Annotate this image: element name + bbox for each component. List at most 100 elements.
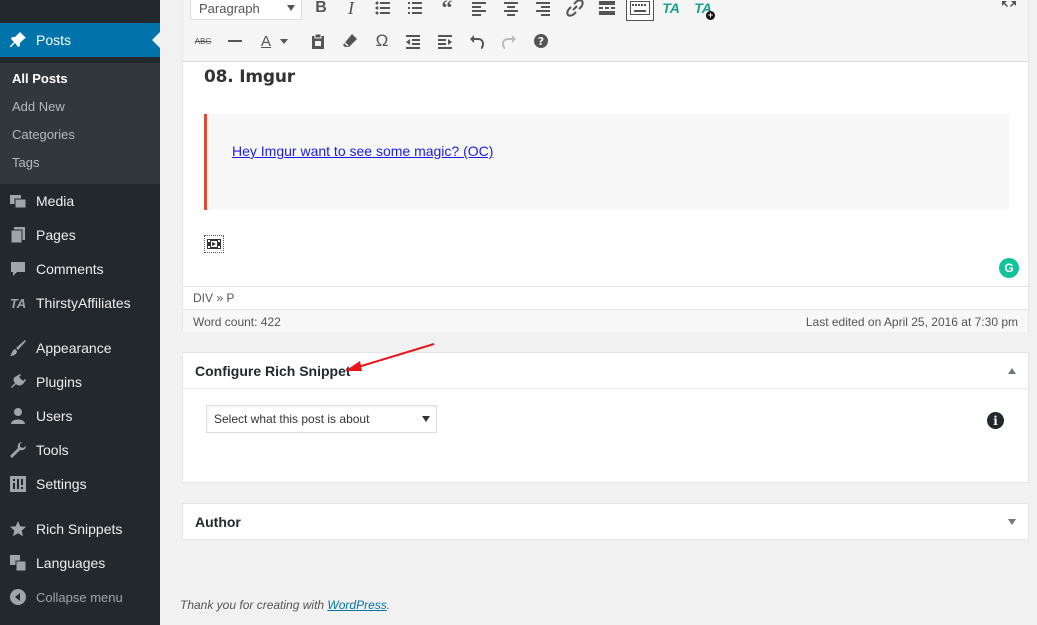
author-header[interactable]: Author: [183, 504, 1028, 540]
horizontal-line-button[interactable]: [223, 29, 247, 53]
sidebar-item-label: Posts: [36, 32, 72, 48]
sidebar-item-label: Settings: [36, 476, 87, 492]
bullet-list-icon: [375, 1, 390, 15]
pages-icon: [8, 225, 28, 245]
text-color-dropdown[interactable]: [278, 29, 290, 53]
clipboard-icon: [312, 33, 324, 49]
thirstyaffiliates-link-button[interactable]: TA: [659, 0, 683, 20]
distraction-free-button[interactable]: [997, 0, 1021, 20]
settings-sliders-icon: [8, 474, 28, 494]
sidebar-item-thirstyaffiliates[interactable]: TA ThirstyAffiliates: [0, 286, 160, 320]
keyboard-shortcuts-button[interactable]: ?: [529, 29, 553, 53]
annotation-arrow: [345, 343, 435, 371]
special-character-button[interactable]: Ω: [370, 29, 394, 53]
editor-content[interactable]: 08. Imgur Hey Imgur want to see some mag…: [183, 62, 1028, 286]
numbered-list-icon: [408, 2, 422, 14]
translate-icon: [8, 553, 28, 573]
sidebar-item-tools[interactable]: Tools: [0, 433, 160, 467]
wordpress-link[interactable]: WordPress: [327, 598, 386, 612]
element-path: DIV » P: [183, 286, 1028, 309]
plus-badge-icon: +: [706, 10, 715, 20]
bullet-list-button[interactable]: [371, 0, 395, 20]
insert-link-button[interactable]: [563, 0, 587, 20]
sidebar-item-media[interactable]: Media: [0, 184, 160, 218]
align-right-button[interactable]: [531, 0, 555, 20]
sidebar-item-label: Users: [36, 408, 73, 424]
blockquote-button[interactable]: “: [435, 0, 459, 20]
post-editor: Paragraph B I “ TA TA + ABC A Ω ? 08. Im…: [182, 0, 1029, 332]
rich-snippet-metabox: Configure Rich Snippet Select what this …: [182, 352, 1029, 483]
undo-icon: [470, 35, 485, 49]
snippet-type-select[interactable]: Select what this post is about: [206, 405, 437, 433]
submenu-tags[interactable]: Tags: [12, 155, 39, 170]
collapse-menu-button[interactable]: Collapse menu: [0, 580, 160, 614]
chevron-down-icon: [422, 416, 430, 422]
submenu-add-new[interactable]: Add New: [12, 99, 65, 114]
text-color-icon: A: [260, 32, 271, 50]
admin-sidebar: Posts All Posts Add New Categories Tags …: [0, 0, 160, 625]
collapse-up-icon[interactable]: [1008, 368, 1016, 374]
author-title: Author: [195, 514, 241, 530]
read-more-button[interactable]: [595, 0, 619, 20]
strikethrough-button[interactable]: ABC: [191, 29, 215, 53]
sidebar-item-label: Collapse menu: [36, 589, 123, 605]
sidebar-item-posts[interactable]: Posts: [0, 23, 160, 57]
grammarly-button[interactable]: G: [999, 258, 1019, 278]
wrench-icon: [8, 440, 28, 460]
numbered-list-button[interactable]: [403, 0, 427, 20]
comment-icon: [8, 259, 28, 279]
sidebar-item-label: Tools: [36, 442, 69, 458]
sidebar-item-users[interactable]: Users: [0, 399, 160, 433]
posts-submenu: All Posts Add New Categories Tags: [0, 63, 160, 184]
outdent-button[interactable]: [401, 29, 425, 53]
format-select-value: Paragraph: [199, 0, 260, 16]
horizontal-line-icon: [228, 40, 242, 42]
user-icon: [8, 406, 28, 426]
pin-icon: [8, 30, 28, 50]
align-right-icon: [536, 2, 550, 16]
submenu-categories[interactable]: Categories: [12, 127, 75, 142]
bold-icon: B: [315, 0, 327, 16]
sidebar-item-pages[interactable]: Pages: [0, 218, 160, 252]
snippet-type-value: Select what this post is about: [214, 412, 370, 426]
link-icon: [566, 0, 584, 17]
info-icon[interactable]: i: [987, 412, 1004, 429]
outdent-icon: [406, 35, 420, 49]
editor-toolbar: Paragraph B I “ TA TA + ABC A Ω ?: [183, 0, 1028, 62]
star-icon: [8, 519, 28, 539]
text-color-button[interactable]: A: [254, 29, 278, 53]
sidebar-item-comments[interactable]: Comments: [0, 252, 160, 286]
sidebar-item-settings[interactable]: Settings: [0, 467, 160, 501]
clear-formatting-button[interactable]: [338, 29, 362, 53]
paste-text-button[interactable]: [306, 29, 330, 53]
undo-button[interactable]: [465, 29, 489, 53]
sidebar-item-label: ThirstyAffiliates: [36, 295, 131, 311]
post-heading: 08. Imgur: [204, 67, 295, 87]
sidebar-item-rich-snippets[interactable]: Rich Snippets: [0, 512, 160, 546]
redo-button[interactable]: [497, 29, 521, 53]
redo-icon: [501, 35, 516, 49]
bold-button[interactable]: B: [309, 0, 333, 20]
imgur-link[interactable]: Hey Imgur want to see some magic? (OC): [232, 143, 493, 159]
align-center-button[interactable]: [499, 0, 523, 20]
thirstyaffiliates-add-button[interactable]: TA +: [691, 0, 715, 20]
quote-icon: “: [441, 0, 453, 20]
sidebar-item-label: Languages: [36, 555, 106, 571]
sidebar-item-appearance[interactable]: Appearance: [0, 331, 160, 365]
expand-down-icon[interactable]: [1008, 519, 1016, 525]
format-select[interactable]: Paragraph: [190, 0, 302, 20]
editor-status-bar: Word count: 422 Last edited on April 25,…: [183, 309, 1028, 332]
submenu-all-posts[interactable]: All Posts: [12, 71, 68, 86]
italic-button[interactable]: I: [339, 0, 363, 20]
rich-snippet-header[interactable]: Configure Rich Snippet: [183, 353, 1028, 389]
help-icon: ?: [534, 34, 548, 48]
align-left-button[interactable]: [467, 0, 491, 20]
media-placeholder[interactable]: [204, 235, 224, 253]
indent-button[interactable]: [433, 29, 457, 53]
footer-text: Thank you for creating with: [180, 598, 328, 612]
svg-text:?: ?: [538, 35, 544, 48]
sidebar-item-languages[interactable]: Languages: [0, 546, 160, 580]
sidebar-item-label: Comments: [36, 261, 104, 277]
toolbar-toggle-button[interactable]: [626, 0, 654, 21]
sidebar-item-plugins[interactable]: Plugins: [0, 365, 160, 399]
